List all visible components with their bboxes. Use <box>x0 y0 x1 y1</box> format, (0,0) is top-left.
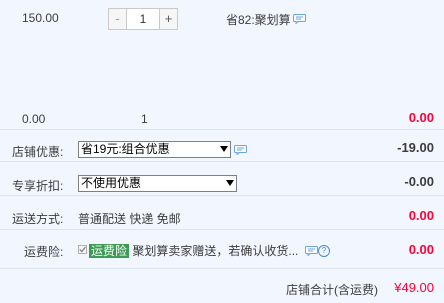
shipping-label: 运送方式: <box>12 212 64 226</box>
shop-discount-amount: -19.00 <box>397 140 434 155</box>
increase-quantity-button[interactable]: + <box>159 9 177 29</box>
divider <box>0 161 444 162</box>
promotion-text: 省82:聚划算 <box>226 13 291 27</box>
shop-discount-select[interactable]: 省19元:组合优惠 <box>78 141 231 158</box>
unit-price: 150.00 <box>22 11 59 25</box>
chat-icon[interactable] <box>234 145 247 155</box>
summary-total: 0.00 <box>408 110 434 125</box>
divider <box>0 229 444 230</box>
shipping-method: 普通配送 快递 免邮 <box>78 212 181 226</box>
decrease-quantity-button[interactable]: - <box>109 9 127 29</box>
chevron-down-icon <box>226 180 234 186</box>
help-icon[interactable]: ? <box>318 245 330 257</box>
quantity-input[interactable]: 1 <box>127 9 159 29</box>
exclusive-discount-select[interactable]: 不使用优惠 <box>78 175 237 192</box>
quantity-stepper[interactable]: - 1 + <box>108 8 178 30</box>
shipping-insurance-label: 运费险: <box>24 245 64 259</box>
divider <box>0 268 444 269</box>
insurance-description-line: 运费险 聚划算卖家赠送，若确认收货... <box>89 242 298 259</box>
divider <box>0 129 444 130</box>
exclusive-discount-label: 专享折扣: <box>12 179 64 193</box>
insurance-tag: 运费险 <box>89 244 130 258</box>
summary-quantity: 1 <box>141 112 148 126</box>
shop-discount-label: 店铺优惠: <box>12 145 64 159</box>
chat-icon[interactable] <box>305 246 318 256</box>
summary-price: 0.00 <box>22 112 46 126</box>
chevron-down-icon <box>220 146 228 152</box>
chat-icon[interactable] <box>293 14 306 24</box>
exclusive-discount-selected: 不使用优惠 <box>81 176 142 190</box>
insurance-checkbox[interactable] <box>78 245 87 254</box>
divider <box>0 195 444 196</box>
insurance-description: 聚划算卖家赠送，若确认收货... <box>132 244 299 258</box>
shop-discount-selected: 省19元:组合优惠 <box>81 142 170 156</box>
shipping-amount: 0.00 <box>408 208 434 223</box>
shop-total-label: 店铺合计(含运费) <box>286 283 378 297</box>
exclusive-discount-amount: -0.00 <box>404 174 434 189</box>
shop-total-amount: ¥49.00 <box>394 280 434 295</box>
insurance-amount: 0.00 <box>408 242 434 257</box>
item-row <box>0 0 444 129</box>
